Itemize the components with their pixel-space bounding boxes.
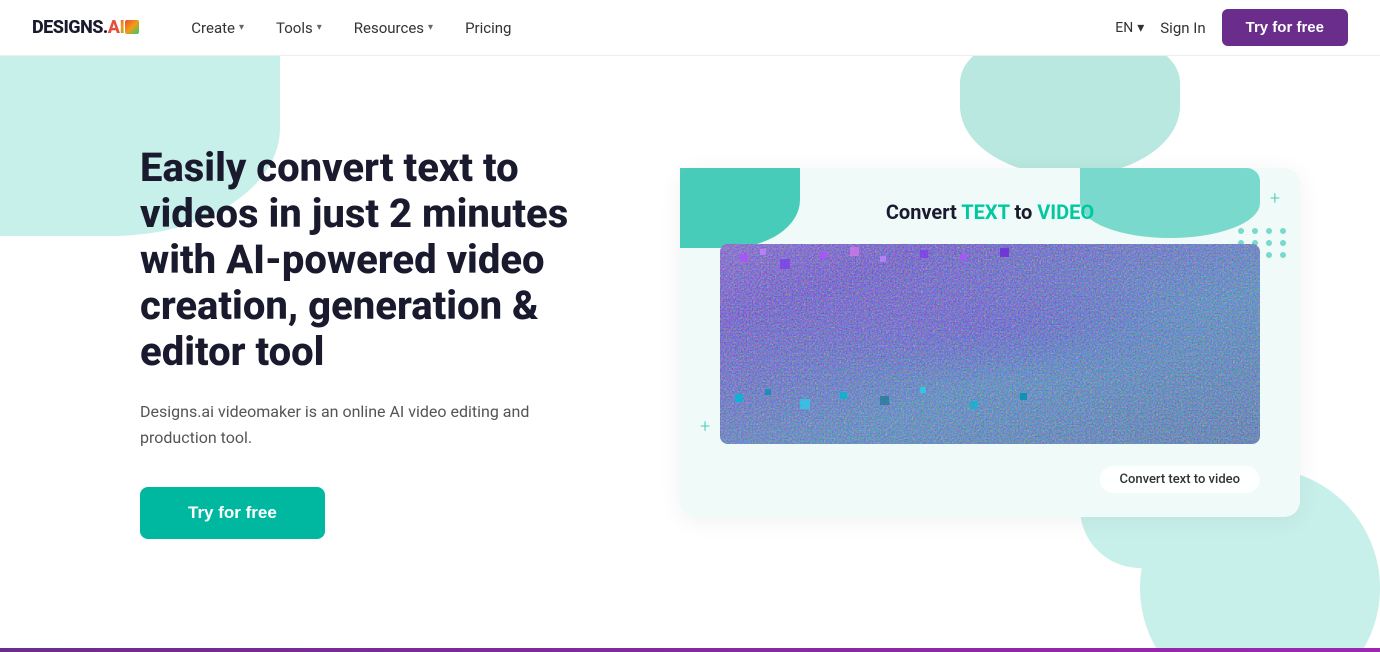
try-free-button-nav[interactable]: Try for free	[1222, 9, 1348, 46]
bg-blob-topright	[960, 56, 1180, 176]
nav-links: Create ▾ Tools ▾ Resources ▾ Pricing	[179, 11, 1115, 45]
try-free-button-hero[interactable]: Try for free	[140, 487, 325, 539]
video-preview	[720, 244, 1260, 444]
navbar: DESIGNS.AI Create ▾ Tools ▾ Resources ▾ …	[0, 0, 1380, 56]
hero-section: Easily convert text to videos in just 2 …	[0, 56, 1380, 648]
card-title-video: VIDEO	[1037, 200, 1094, 224]
nav-pricing[interactable]: Pricing	[453, 11, 523, 45]
nav-create[interactable]: Create ▾	[179, 11, 256, 45]
hero-title: Easily convert text to videos in just 2 …	[140, 145, 620, 375]
card-title-text: TEXT	[961, 200, 1009, 224]
plus-decoration-1: +	[1270, 188, 1280, 209]
language-selector[interactable]: EN ▾	[1115, 20, 1144, 36]
sign-in-link[interactable]: Sign In	[1160, 19, 1205, 37]
create-chevron-icon: ▾	[239, 22, 244, 33]
hero-right-content: + + Convert TEXT to VIDEO	[680, 168, 1300, 517]
resources-chevron-icon: ▾	[428, 22, 433, 33]
video-card: + + Convert TEXT to VIDEO	[680, 168, 1300, 517]
nav-right: EN ▾ Sign In Try for free	[1115, 9, 1348, 46]
convert-label: Convert text to video	[1099, 466, 1260, 493]
bottom-bar	[0, 648, 1380, 652]
card-title: Convert TEXT to VIDEO	[720, 200, 1260, 224]
lang-chevron-icon: ▾	[1137, 20, 1144, 36]
nav-tools[interactable]: Tools ▾	[264, 11, 334, 45]
plus-decoration-2: +	[700, 416, 710, 437]
hero-left-content: Easily convert text to videos in just 2 …	[140, 145, 620, 538]
pixel-svg	[720, 244, 1260, 444]
pixel-canvas	[720, 244, 1260, 444]
logo-text: DESIGNS.AI	[32, 17, 139, 38]
logo[interactable]: DESIGNS.AI	[32, 17, 139, 38]
tools-chevron-icon: ▾	[317, 22, 322, 33]
convert-label-wrapper: Convert text to video	[720, 456, 1260, 493]
nav-resources[interactable]: Resources ▾	[342, 11, 445, 45]
hero-subtitle: Designs.ai videomaker is an online AI vi…	[140, 399, 560, 450]
